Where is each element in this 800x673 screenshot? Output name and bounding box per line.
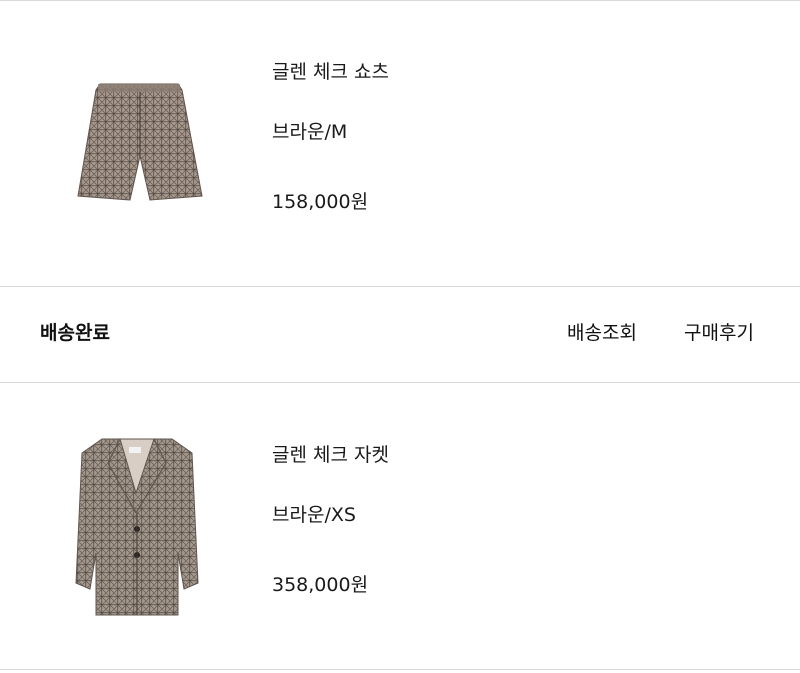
order-item-jacket[interactable]: 글렌 체크 자켓 브라운/XS 358,000원 <box>0 383 800 669</box>
product-name[interactable]: 글렌 체크 쇼츠 <box>272 60 389 84</box>
write-review-button[interactable]: 구매후기 <box>684 321 754 345</box>
bottom-divider <box>0 669 800 670</box>
delivery-status-label: 배송완료 <box>40 322 110 344</box>
order-item-shorts[interactable]: 글렌 체크 쇼츠 브라운/M 158,000원 <box>0 0 800 286</box>
product-option: 브라운/M <box>272 121 348 143</box>
product-name[interactable]: 글렌 체크 자켓 <box>272 443 389 467</box>
jacket-icon <box>75 438 199 616</box>
shorts-icon <box>77 83 203 201</box>
product-price: 158,000원 <box>272 191 369 213</box>
product-image-jacket[interactable] <box>74 433 230 618</box>
track-delivery-button[interactable]: 배송조회 <box>567 321 637 345</box>
product-price: 358,000원 <box>272 574 369 596</box>
product-image-shorts[interactable] <box>70 70 226 210</box>
delivery-status-row: 배송완료 배송조회 구매후기 <box>0 287 800 382</box>
product-option: 브라운/XS <box>272 504 356 526</box>
